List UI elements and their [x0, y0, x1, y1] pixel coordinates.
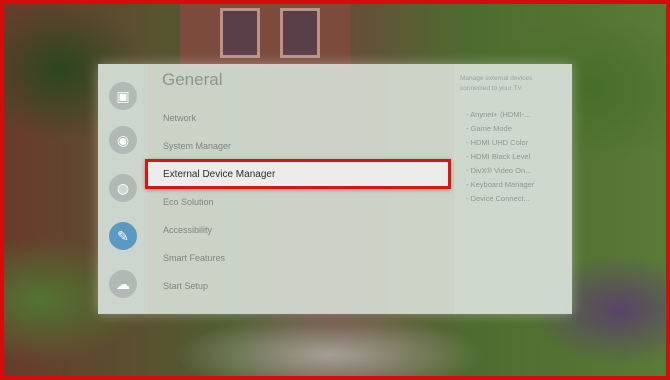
sound-icon[interactable]: ◉ [109, 126, 137, 154]
info-item: HDMI Black Level [466, 152, 531, 161]
category-rail: ▣ ◉ ◍ ✎ ☁ [98, 64, 148, 314]
info-item: DivX® Video On... [466, 166, 532, 175]
menu-item-start-setup[interactable]: Start Setup [163, 281, 208, 291]
picture-icon[interactable]: ▣ [109, 82, 137, 110]
building-facade [180, 0, 350, 70]
info-item: Device Connect... [466, 194, 530, 203]
general-wrench-icon[interactable]: ✎ [109, 222, 137, 250]
info-panel: Manage external devices connected to you… [454, 64, 572, 314]
menu-item-smart-features[interactable]: Smart Features [163, 253, 225, 263]
support-icon[interactable]: ☁ [109, 270, 137, 298]
info-item: Game Mode [466, 124, 512, 133]
info-item: HDMI UHD Color [466, 138, 529, 147]
building-window [220, 8, 260, 58]
menu-item-system-manager[interactable]: System Manager [163, 141, 231, 151]
broadcast-icon[interactable]: ◍ [109, 174, 137, 202]
menu-item-eco-solution[interactable]: Eco Solution [163, 197, 214, 207]
menu-item-network[interactable]: Network [163, 113, 196, 123]
info-item: Anynet+ (HDMI-... [466, 110, 530, 119]
info-description: Manage external devices connected to you… [460, 75, 533, 92]
menu-title: General [162, 70, 223, 89]
menu-item-accessibility[interactable]: Accessibility [163, 225, 212, 235]
menu-item-external-device-manager[interactable]: External Device Manager [145, 159, 451, 189]
general-menu: General Network System Manager External … [145, 64, 454, 314]
info-item: Keyboard Manager [466, 180, 535, 189]
settings-panel: ▣ ◉ ◍ ✎ ☁ General Network System Manager… [98, 64, 572, 314]
building-window [280, 8, 320, 58]
